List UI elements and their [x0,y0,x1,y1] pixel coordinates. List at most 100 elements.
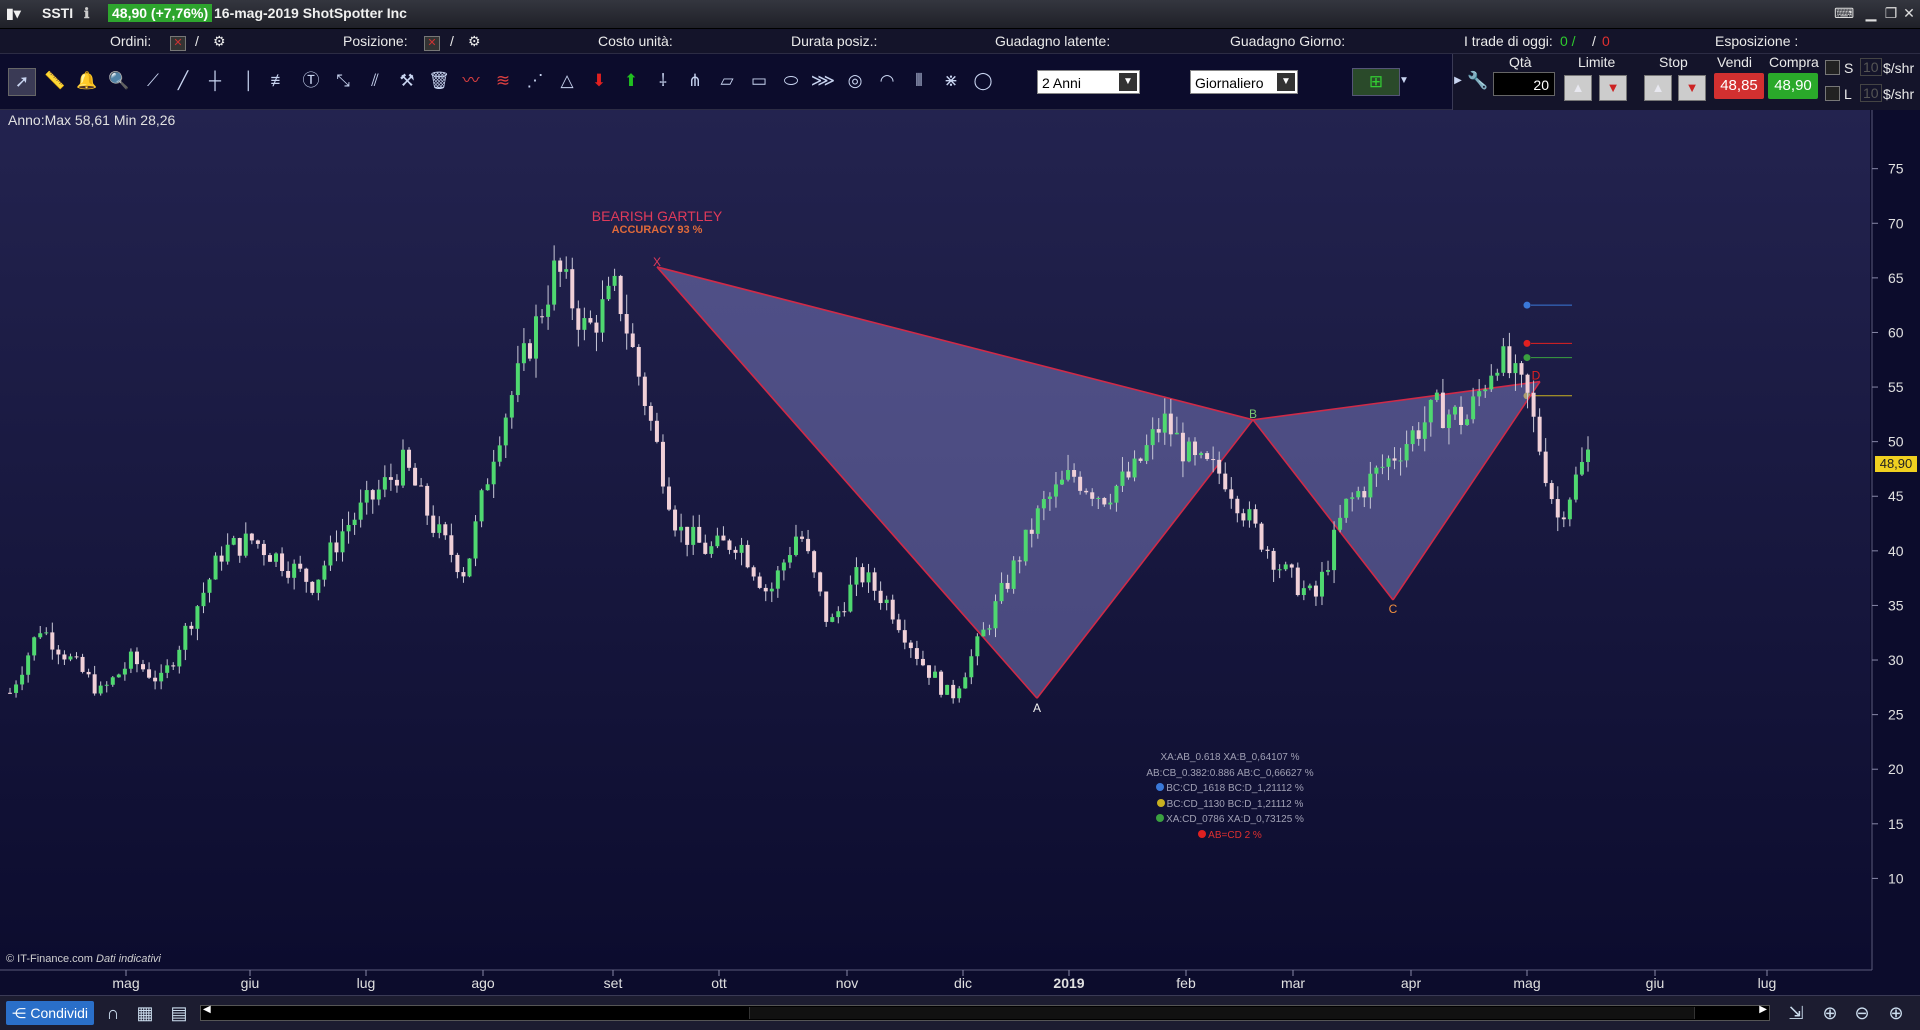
triangle-tool-icon[interactable]: △ [554,68,580,94]
spiral-icon[interactable]: ◎ [842,68,868,94]
drawing-toolbar: ➚ 📏 🔔 🔍 ⟋ ╱ ┼ │ ≢ Ⓣ ⤡ ⫽ ⚒ 🗑 〰 ≋ ⋰ △ ⬇ ⬆ … [0,54,1920,110]
candle-body [1586,449,1590,463]
zoom-out-icon[interactable]: ⊖ [1850,1001,1874,1025]
buy-button[interactable]: 48,90 [1768,73,1818,99]
l-checkbox[interactable] [1825,86,1840,101]
candles-icon[interactable]: ▤ [167,1001,191,1025]
candle-body [800,536,805,539]
latent-gain-label: Guadagno latente: [995,33,1111,49]
buy-arrow-icon[interactable]: ⬆ [618,68,644,94]
channel-icon[interactable]: ▱ [714,68,740,94]
pattern-red-icon[interactable]: ≋ [490,68,516,94]
vertical-line-icon[interactable]: │ [236,68,262,94]
target-level-dot [1523,301,1531,309]
sell-arrow-icon[interactable]: ⬇ [586,68,612,94]
l-value[interactable]: 10 [1860,84,1882,102]
magnet-icon[interactable]: ∩ [101,1001,125,1025]
symbol-label[interactable]: SSTI [42,5,73,21]
candle-body [951,684,956,699]
stop-sell-button[interactable]: ▼ [1678,75,1706,101]
candle-body [1543,451,1548,484]
candle-body [104,684,109,686]
position-gear-icon[interactable]: ⚙ [468,33,481,50]
zoom-fit-icon[interactable]: ⊕ [1818,1001,1842,1025]
gann-icon[interactable]: ⋇ [938,68,964,94]
qty-input[interactable]: 20 [1493,72,1555,96]
x-tick-label: apr [1401,975,1422,991]
text-tool-icon[interactable]: Ⓣ [298,68,324,94]
orders-close-icon[interactable]: ✕ [170,36,186,51]
auto-scale-icon[interactable]: ⇲ [1784,1001,1808,1025]
s-checkbox[interactable] [1825,60,1840,75]
share-button[interactable]: ⋲ Condividi [6,1001,94,1025]
close-icon[interactable]: ✕ [1900,5,1918,21]
wrench-icon[interactable]: 🔧 [1465,68,1491,94]
wave-red-icon[interactable]: 〰 [458,68,484,94]
window-menu-icon[interactable]: ▮▾ [6,5,21,22]
candle-body [836,611,841,618]
rectangle-icon[interactable]: ▭ [746,68,772,94]
chevron-down-icon[interactable]: ▼ [1398,68,1410,94]
arrows-tool-icon[interactable]: ⤡ [330,68,356,94]
limit-buy-button[interactable]: ▲ [1564,75,1592,101]
segment-tool-icon[interactable]: ⟋ [140,68,166,94]
fib-fan-icon[interactable]: ⋙ [810,68,836,94]
minimize-icon[interactable]: ▁ [1862,5,1880,21]
scroll-right-icon[interactable]: ▶ [1759,1004,1767,1015]
candle-body [1362,491,1367,498]
chevron-right-icon[interactable]: ▶ [1453,68,1463,94]
info-icon[interactable]: ℹ [84,5,89,22]
restore-icon[interactable]: ❐ [1882,5,1900,21]
candle-body [673,509,678,531]
interval-select[interactable]: Giornaliero ▼ [1190,70,1298,94]
timeline-scrollbar[interactable]: ◀ ▶ [200,1004,1770,1021]
layout-icon[interactable]: ▦ [133,1001,157,1025]
candle-body [1434,392,1439,400]
duration-label: Durata posiz.: [791,33,878,49]
arc-icon[interactable]: ◠ [874,68,900,94]
candle-body [110,677,115,685]
position-label: Posizione: [343,33,408,49]
candle-body [56,649,61,655]
zoom-in-icon[interactable]: ⊕ [1884,1001,1908,1025]
alarm-tool-icon[interactable]: 🔔 [74,68,100,94]
ellipse-tool-icon[interactable]: ⬭ [778,68,804,94]
parallel-lines-icon[interactable]: ⫽ [362,68,388,94]
scroll-thumb[interactable] [749,1007,1695,1019]
circle-tool-icon[interactable]: ◯ [970,68,996,94]
candle-body [527,343,532,359]
candle-body [346,525,351,532]
orders-gear-icon[interactable]: ⚙ [213,33,226,50]
indicators-icon[interactable]: ⊞ [1352,68,1400,96]
horizontal-line-icon[interactable]: ┼ [202,68,228,94]
period-select[interactable]: 2 Anni ▼ [1037,70,1140,94]
price-chart[interactable]: 75 70 65 60 55 50 45 40 35 30 25 20 15 10 mag giu lug ago… [0,110,1920,995]
candle-body [1035,508,1040,534]
cycle-tool-icon[interactable]: ⸸ [650,68,676,94]
candle-body [116,674,121,678]
pointer-tool-icon[interactable]: ➚ [8,68,36,96]
ruler-tool-icon[interactable]: 📏 [42,68,68,94]
keyboard-icon[interactable]: ⌨ [1834,5,1854,21]
s-value[interactable]: 10 [1860,58,1882,76]
scroll-left-icon[interactable]: ◀ [203,1004,211,1015]
pitchfork-icon[interactable]: ⋔ [682,68,708,94]
candle-body [1247,509,1252,521]
ratio-text: XA:AB_0.618 XA:B_0,64107 % [1160,752,1300,763]
position-close-icon[interactable]: ✕ [424,36,440,51]
stop-buy-button[interactable]: ▲ [1644,75,1672,101]
candle-body [914,648,919,659]
limit-sell-button[interactable]: ▼ [1599,75,1627,101]
candle-body [425,485,430,516]
trash-icon[interactable]: 🗑 [426,68,452,94]
time-zones-icon[interactable]: ⦀ [906,68,932,94]
zoom-tool-icon[interactable]: 🔍 [106,68,132,94]
candle-body [793,536,798,556]
fan-icon[interactable]: ⋰ [522,68,548,94]
sell-button[interactable]: 48,85 [1714,73,1764,99]
line-tool-icon[interactable]: ╱ [170,68,196,94]
fibonacci-icon[interactable]: ≢ [266,68,292,94]
chart-svg[interactable]: 75 70 65 60 55 50 45 40 35 30 25 20 15 10 mag giu lug ago… [0,110,1920,995]
candle-body [757,576,762,588]
tools-icon[interactable]: ⚒ [394,68,420,94]
